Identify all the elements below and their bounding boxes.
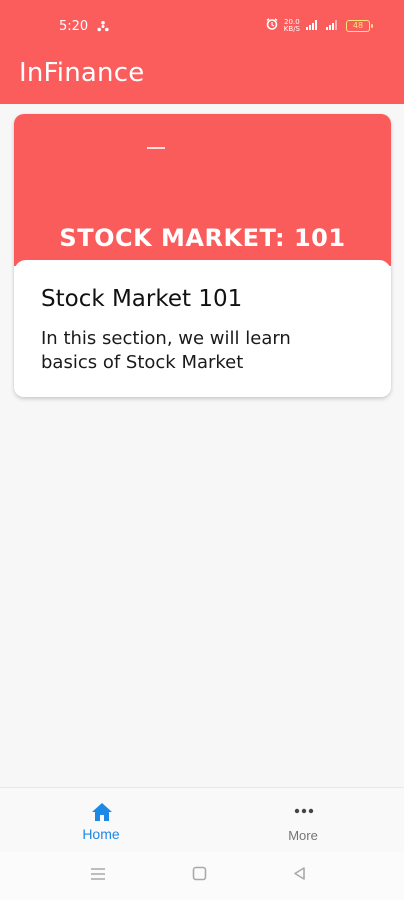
nav-more-label: More (288, 828, 318, 843)
home-icon (91, 802, 113, 827)
nav-home[interactable]: Home (41, 788, 161, 852)
more-horizontal-icon (293, 802, 315, 827)
system-navigation (0, 852, 404, 900)
card-banner: STOCK MARKET: 101 (14, 114, 391, 266)
network-speed: 20.0 KB/S (283, 17, 300, 33)
card-title: Stock Market 101 (41, 286, 243, 312)
signal-2-icon (326, 18, 340, 33)
status-icons: 20.0 KB/S 48 (266, 17, 373, 33)
menu-icon[interactable] (90, 866, 106, 887)
bottom-navigation: Home More (0, 787, 404, 852)
course-card[interactable]: STOCK MARKET: 101 Stock Market 101 In th… (14, 114, 391, 397)
signal-icon (306, 18, 320, 33)
home-square-icon[interactable] (192, 866, 207, 886)
status-time: 5:20 (59, 19, 89, 34)
card-body: Stock Market 101 In this section, we wil… (14, 260, 391, 397)
back-triangle-icon[interactable] (292, 866, 307, 886)
status-bar: 5:20 20.0 KB/S 48 (0, 0, 404, 52)
app-header: 5:20 20.0 KB/S 48 InFinance (0, 0, 404, 104)
card-description: In this section, we will learn basics of… (41, 328, 291, 373)
alarm-icon (266, 18, 278, 33)
banner-dash (147, 147, 165, 149)
nav-more[interactable]: More (243, 788, 363, 852)
banner-heading: STOCK MARKET: 101 (59, 224, 346, 252)
app-title: InFinance (19, 58, 145, 88)
nav-home-label: Home (82, 826, 120, 842)
fan-icon (97, 20, 109, 35)
battery-icon: 48 (346, 19, 373, 32)
